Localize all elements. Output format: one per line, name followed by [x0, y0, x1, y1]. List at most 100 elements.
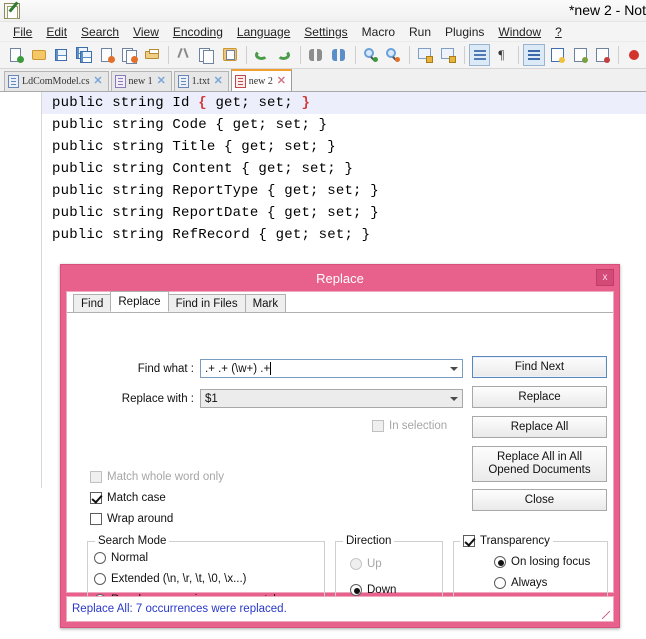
in-selection-label: In selection: [389, 420, 448, 432]
close-icon[interactable]: ✕: [156, 76, 167, 87]
cut-icon[interactable]: [173, 44, 195, 66]
code-line[interactable]: 2 public string Code { get; set; }: [0, 114, 646, 136]
menu-search-label: Search: [81, 24, 120, 39]
tab-1-txt[interactable]: 1.txt ✕: [173, 71, 229, 91]
tab-new-2[interactable]: new 2 ✕: [230, 69, 292, 91]
undo-icon[interactable]: [251, 44, 273, 66]
in-selection-checkbox[interactable]: In selection: [372, 420, 447, 432]
show-all-chars-icon[interactable]: ¶: [491, 44, 513, 66]
dialog-body: Find Replace Find in Files Mark Find wha…: [66, 291, 614, 618]
new-file-icon[interactable]: [5, 44, 27, 66]
tab-label: new 1: [128, 76, 153, 87]
tab-mark[interactable]: Mark: [244, 294, 287, 312]
menu-view[interactable]: View: [126, 22, 166, 42]
direction-down-radio[interactable]: Down: [350, 584, 396, 596]
close-icon[interactable]: x: [596, 269, 614, 286]
code-line[interactable]: 6 public string ReportDate { get; set; }: [0, 202, 646, 224]
tab-new-1[interactable]: new 1 ✕: [110, 71, 172, 91]
zoom-in-icon[interactable]: [360, 44, 382, 66]
find-what-input[interactable]: .+ .+ (\w+) .+: [200, 359, 463, 378]
menu-plugins[interactable]: Plugins: [438, 22, 491, 42]
window-title-bar: *new 2 - Not: [0, 0, 646, 22]
replace-with-label: Replace with :: [121, 392, 194, 405]
record-macro-icon[interactable]: [623, 44, 645, 66]
menu-run[interactable]: Run: [402, 22, 438, 42]
save-icon[interactable]: [51, 44, 73, 66]
direction-up-radio[interactable]: Up: [350, 558, 382, 570]
menu-edit-label: Edit: [46, 24, 68, 39]
brace-close: }: [301, 95, 311, 111]
match-case-checkbox[interactable]: Match case: [90, 492, 166, 504]
replace-with-input[interactable]: $1: [200, 389, 463, 408]
save-all-icon[interactable]: [73, 44, 95, 66]
replace-dialog: Replace x Find Replace Find in Files Mar…: [60, 264, 620, 628]
redo-icon[interactable]: [273, 44, 295, 66]
tab-find[interactable]: Find: [73, 294, 112, 312]
print-icon[interactable]: [142, 44, 164, 66]
text-cursor: [270, 362, 272, 375]
transparency-on-losing-focus-radio[interactable]: On losing focus: [494, 556, 590, 568]
find-what-row: Find what : .+ .+ (\w+) .+: [67, 359, 467, 378]
transparency-checkbox[interactable]: Transparency: [460, 535, 553, 547]
replace-button[interactable]: Replace: [472, 386, 607, 408]
chevron-down-icon[interactable]: [445, 390, 462, 407]
menu-search[interactable]: Search: [74, 22, 126, 42]
close-file-icon[interactable]: [96, 44, 118, 66]
code-line[interactable]: 5 public string ReportType { get; set; }: [0, 180, 646, 202]
search-mode-normal-radio[interactable]: Normal: [94, 552, 148, 564]
code-line[interactable]: 7 public string RefRecord { get; set; }: [0, 224, 646, 246]
open-file-icon[interactable]: [28, 44, 50, 66]
word-wrap-icon[interactable]: [468, 44, 491, 66]
menu-help[interactable]: ?: [548, 22, 569, 42]
menu-file-label: File: [13, 24, 33, 39]
code-line[interactable]: 1 public string Id { get; set; }: [0, 92, 646, 114]
menu-settings-label: Settings: [304, 24, 348, 39]
menu-language[interactable]: Language: [230, 22, 297, 42]
close-icon[interactable]: ✕: [213, 76, 224, 87]
menu-macro[interactable]: Macro: [355, 22, 402, 42]
function-list-icon[interactable]: [592, 44, 614, 66]
match-case-label: Match case: [107, 492, 166, 504]
close-icon[interactable]: ✕: [276, 75, 287, 87]
match-whole-word-checkbox[interactable]: Match whole word only: [90, 471, 224, 483]
file-icon: [177, 75, 189, 88]
toolbar-separator: [300, 46, 302, 64]
close-icon[interactable]: ✕: [93, 76, 104, 87]
menu-file[interactable]: File: [6, 22, 39, 42]
close-all-icon[interactable]: [119, 44, 141, 66]
find-next-button[interactable]: Find Next: [472, 356, 607, 378]
menu-encoding[interactable]: Encoding: [166, 22, 230, 42]
tab-replace[interactable]: Replace: [110, 291, 169, 312]
replace-all-in-all-opened-documents-button[interactable]: Replace All in All Opened Documents: [472, 446, 607, 482]
ui-user-defined-dialog-icon[interactable]: [546, 44, 568, 66]
tab-ldcommodel-cs[interactable]: LdComModel.cs ✕: [4, 71, 109, 91]
find-what-label: Find what :: [137, 362, 194, 375]
chevron-down-icon[interactable]: [445, 360, 462, 377]
find-icon[interactable]: [305, 44, 327, 66]
wrap-around-checkbox[interactable]: Wrap around: [90, 513, 173, 525]
tab-find-in-files[interactable]: Find in Files: [167, 294, 246, 312]
sync-vertical-icon[interactable]: [414, 44, 436, 66]
menu-edit[interactable]: Edit: [39, 22, 74, 42]
menu-settings[interactable]: Settings: [297, 22, 354, 42]
show-doc-map-icon[interactable]: [569, 44, 591, 66]
toolbar-separator: [354, 46, 356, 64]
checkbox-box: [372, 420, 384, 432]
code-line[interactable]: 3 public string Title { get; set; }: [0, 136, 646, 158]
zoom-out-icon[interactable]: [382, 44, 404, 66]
close-button[interactable]: Close: [472, 489, 607, 511]
code-line[interactable]: 4 public string Content { get; set; }: [0, 158, 646, 180]
replace-icon[interactable]: [328, 44, 350, 66]
indent-guide-icon[interactable]: [523, 44, 545, 66]
copy-icon[interactable]: [196, 44, 218, 66]
paste-icon[interactable]: [219, 44, 241, 66]
transparency-always-radio[interactable]: Always: [494, 577, 547, 589]
toolbar: ¶: [0, 42, 646, 69]
replace-with-row: Replace with : $1: [67, 389, 467, 408]
resize-grip[interactable]: [602, 611, 610, 619]
replace-all-button[interactable]: Replace All: [472, 416, 607, 438]
sync-horizontal-icon[interactable]: [437, 44, 459, 66]
status-message: Replace All: 7 occurrences were replaced…: [72, 603, 287, 615]
menu-window[interactable]: Window: [491, 22, 548, 42]
search-mode-extended-radio[interactable]: Extended (\n, \r, \t, \0, \x...): [94, 573, 247, 585]
